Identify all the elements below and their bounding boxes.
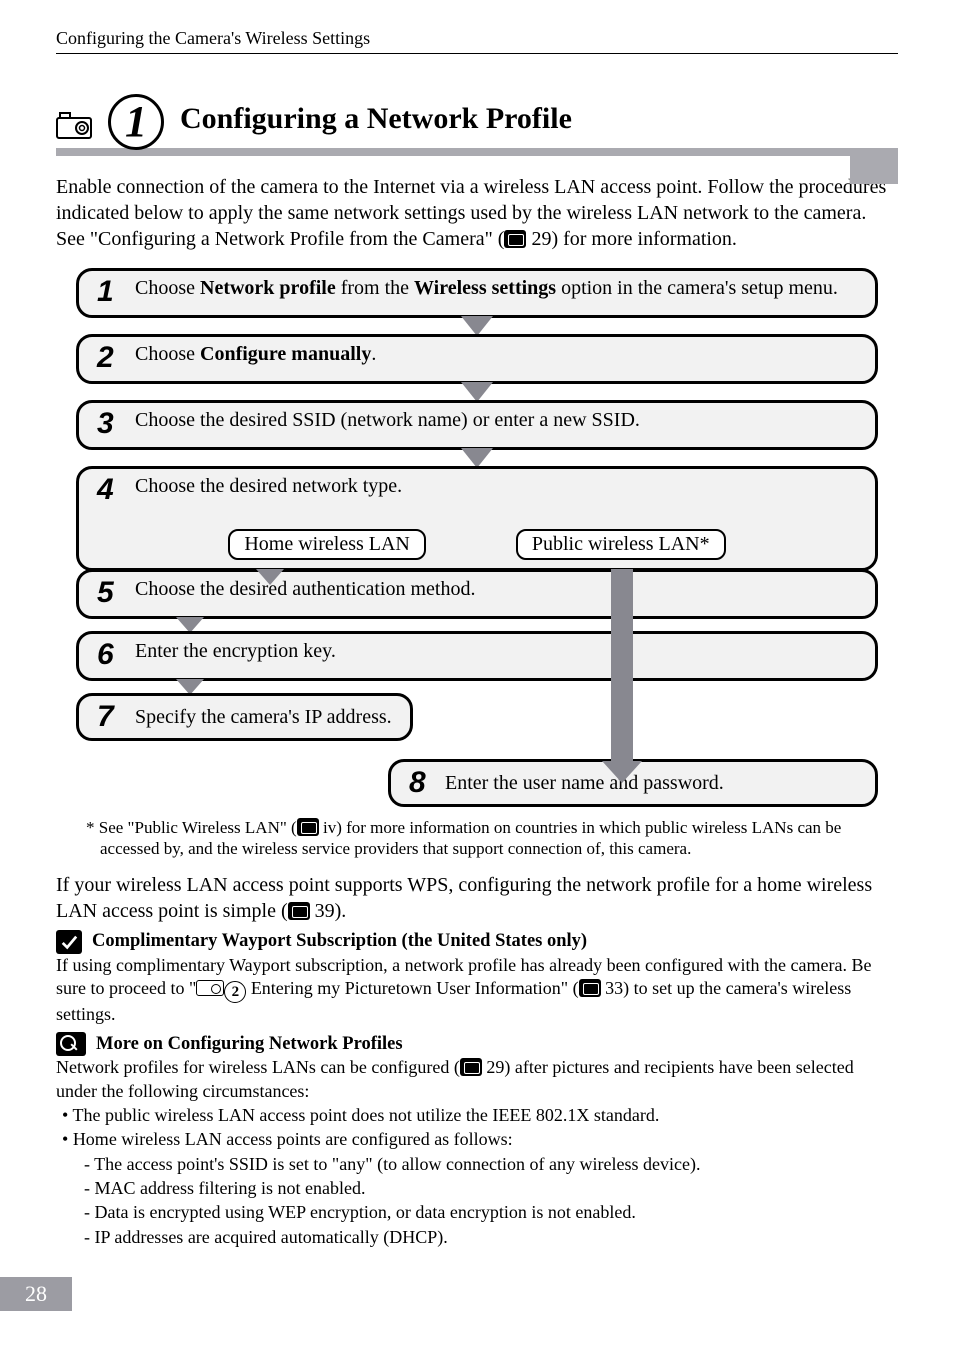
step-number: 7 xyxy=(97,702,119,732)
camera-icon xyxy=(56,104,92,144)
note-heading-more: More on Configuring Network Profiles xyxy=(56,1032,898,1056)
step-number: 2 xyxy=(97,343,119,373)
page-ref-icon xyxy=(297,818,319,836)
step-text: Choose the desired authentication method… xyxy=(135,578,475,601)
arrow-down-icon xyxy=(461,382,493,402)
page-ref-icon xyxy=(579,979,601,997)
page-number: 28 xyxy=(0,1277,72,1311)
step-text: Choose Configure manually. xyxy=(135,343,376,366)
section-number: 1 xyxy=(108,94,164,150)
step-text: Choose the desired SSID (network name) o… xyxy=(135,409,640,432)
note-body-wayport: If using complimentary Wayport subscript… xyxy=(56,954,898,1027)
step-7: 7 Specify the camera's IP address. xyxy=(76,693,413,741)
step-number: 3 xyxy=(97,409,119,439)
list-item: Home wireless LAN access points are conf… xyxy=(62,1127,898,1248)
list-item: The access point's SSID is set to "any" … xyxy=(84,1152,898,1176)
option-home-lan: Home wireless LAN xyxy=(228,529,426,560)
flowchart: 1 Choose Network profile from the Wirele… xyxy=(76,268,878,807)
page-ref-icon xyxy=(288,902,310,920)
dash-list: The access point's SSID is set to "any" … xyxy=(62,1152,898,1249)
note-body-more: Network profiles for wireless LANs can b… xyxy=(56,1056,898,1103)
list-item: Data is encrypted using WEP encryption, … xyxy=(84,1200,898,1224)
list-item: MAC address filtering is not enabled. xyxy=(84,1176,898,1200)
step-3: 3 Choose the desired SSID (network name)… xyxy=(76,400,878,450)
section-heading: 1 Configuring a Network Profile xyxy=(56,94,898,156)
intro-paragraph: Enable connection of the camera to the I… xyxy=(56,174,898,252)
step-number: 4 xyxy=(97,475,119,505)
circled-number-icon: 2 xyxy=(224,981,246,1003)
arrow-down-icon xyxy=(461,448,493,468)
running-header: Configuring the Camera's Wireless Settin… xyxy=(56,28,898,54)
check-icon xyxy=(56,930,82,954)
arrow-down-long-icon xyxy=(611,569,633,765)
magnifier-icon xyxy=(56,1032,86,1056)
note-heading-wayport: Complimentary Wayport Subscription (the … xyxy=(56,930,898,954)
section-title: Configuring a Network Profile xyxy=(180,102,572,144)
option-public-lan: Public wireless LAN* xyxy=(516,529,726,560)
step-text: Choose Network profile from the Wireless… xyxy=(135,277,838,300)
step-number: 5 xyxy=(97,578,119,608)
keyboard-icon xyxy=(196,980,224,996)
step-number: 1 xyxy=(97,277,119,307)
page-ref-icon xyxy=(460,1058,482,1076)
step-number: 8 xyxy=(409,768,431,798)
bullet-list: The public wireless LAN access point doe… xyxy=(56,1103,898,1249)
step-text: Choose the desired network type. xyxy=(135,475,402,505)
list-item: The public wireless LAN access point doe… xyxy=(62,1103,898,1127)
list-item: IP addresses are acquired automatically … xyxy=(84,1225,898,1249)
arrow-down-icon xyxy=(461,316,493,336)
page-ref-icon xyxy=(504,230,526,248)
step-text: Enter the user name and password. xyxy=(445,772,724,795)
footnote: * See "Public Wireless LAN" ( iv) for mo… xyxy=(86,817,878,860)
step-4: 4 Choose the desired network type. Home … xyxy=(76,466,878,571)
wps-paragraph: If your wireless LAN access point suppor… xyxy=(56,872,898,924)
step-text: Enter the encryption key. xyxy=(135,640,336,663)
step-text: Specify the camera's IP address. xyxy=(135,706,392,729)
step-number: 6 xyxy=(97,640,119,670)
step-1: 1 Choose Network profile from the Wirele… xyxy=(76,268,878,318)
step-2: 2 Choose Configure manually. xyxy=(76,334,878,384)
